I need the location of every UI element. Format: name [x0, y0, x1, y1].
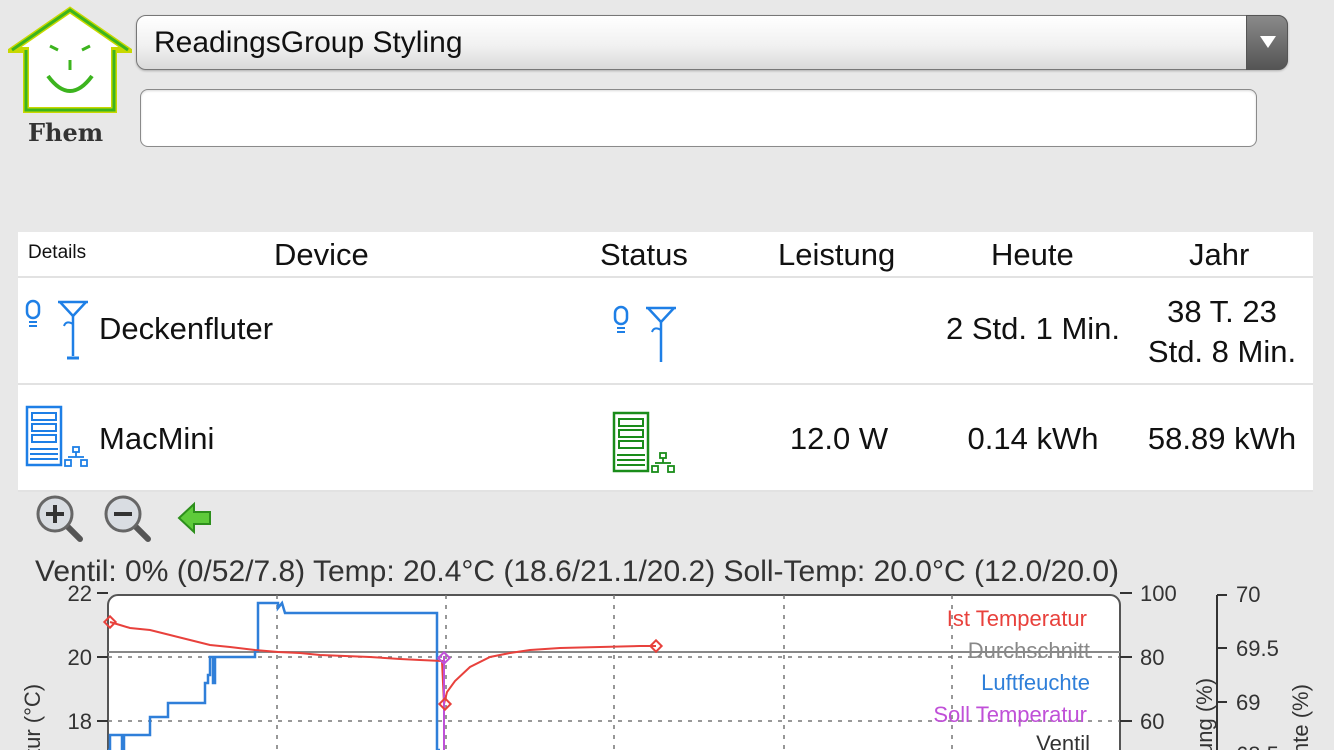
back-button[interactable]: [176, 500, 216, 536]
column-header-status: Status: [600, 237, 688, 272]
right-tick: 100: [1140, 585, 1177, 606]
legend-ist-temperatur[interactable]: Ist Temperatur: [947, 606, 1087, 631]
floor-lamp-icon: [24, 296, 90, 371]
table-row: Deckenfluter 2 Std. 1 Min. 38 T. 23 Std.…: [18, 278, 1313, 385]
zoom-in-button[interactable]: [34, 493, 84, 543]
setpoint-series: [443, 656, 445, 750]
left-tick: 22: [68, 585, 92, 606]
plot-title: Ventil: 0% (0/52/7.8) Temp: 20.4°C (18.6…: [35, 555, 1120, 588]
dropdown-arrow-button[interactable]: [1246, 15, 1288, 70]
leistung-value: 12.0 W: [789, 421, 889, 456]
legend-luftfeuchte[interactable]: Luftfeuchte: [981, 670, 1090, 695]
back-arrow-icon: [177, 501, 211, 535]
logo-text: Fhem: [28, 118, 104, 147]
legend-durchschnitt[interactable]: Durchschnitt: [968, 638, 1090, 663]
jahr-value: 58.89 kWh: [1147, 421, 1297, 456]
table-row: MacMini 12.0 W 0.14 kWh 58.89 kWh: [18, 385, 1313, 492]
heute-value: 2 Std. 1 Min.: [945, 311, 1121, 346]
server-network-icon: [24, 403, 94, 478]
left-tick: 20: [68, 645, 92, 670]
right-axis-2-label: hte (%): [1288, 684, 1313, 750]
legend-ventil[interactable]: Ventil: [1036, 731, 1090, 750]
table-header: Details Device Status Leistung Heute Jah…: [18, 232, 1313, 278]
jahr-value: 38 T. 23 Std. 8 Min.: [1138, 292, 1306, 372]
column-header-jahr: Jahr: [1189, 237, 1250, 272]
chevron-down-icon: [1260, 36, 1276, 48]
right2-tick: 70: [1236, 585, 1260, 607]
legend-soll-temperatur[interactable]: Soll Temperatur: [933, 702, 1087, 727]
command-input[interactable]: [140, 89, 1257, 147]
column-header-device: Device: [274, 237, 369, 272]
status-floor-lamp-icon[interactable]: [612, 302, 678, 377]
fhem-logo[interactable]: Fhem: [2, 6, 138, 147]
zoom-out-button[interactable]: [102, 493, 152, 543]
zoom-in-icon: [36, 495, 83, 542]
status-server-network-icon[interactable]: [611, 409, 681, 484]
device-name-macmini[interactable]: MacMini: [99, 421, 214, 457]
left-axis-label: tur (°C): [20, 684, 45, 750]
zoom-out-icon: [104, 495, 151, 542]
details-link[interactable]: Details: [28, 242, 86, 264]
right2-tick: 68.5: [1236, 742, 1279, 750]
room-select-value: ReadingsGroup Styling: [154, 26, 463, 59]
right2-tick: 69: [1236, 690, 1260, 715]
room-select[interactable]: ReadingsGroup Styling: [136, 15, 1288, 70]
right-axis-label: ung (%): [1192, 678, 1217, 750]
heute-value: 0.14 kWh: [967, 421, 1099, 456]
temperature-plot[interactable]: 22 20 18 100 80 60 70 69.5 69 68.5 tur (…: [0, 585, 1334, 750]
left-tick: 18: [68, 709, 92, 734]
right-tick: 80: [1140, 645, 1164, 670]
column-header-leistung: Leistung: [778, 237, 896, 272]
jahr-line2: Std. 8 Min.: [1147, 334, 1297, 369]
jahr-line1: 38 T. 23: [1167, 294, 1277, 329]
device-name-deckenfluter[interactable]: Deckenfluter: [99, 311, 273, 347]
right2-tick: 69.5: [1236, 636, 1279, 661]
column-header-heute: Heute: [991, 237, 1074, 272]
readings-table: Details Device Status Leistung Heute Jah…: [18, 232, 1313, 492]
house-smiley-icon: [2, 6, 138, 113]
right-tick: 60: [1140, 709, 1164, 734]
